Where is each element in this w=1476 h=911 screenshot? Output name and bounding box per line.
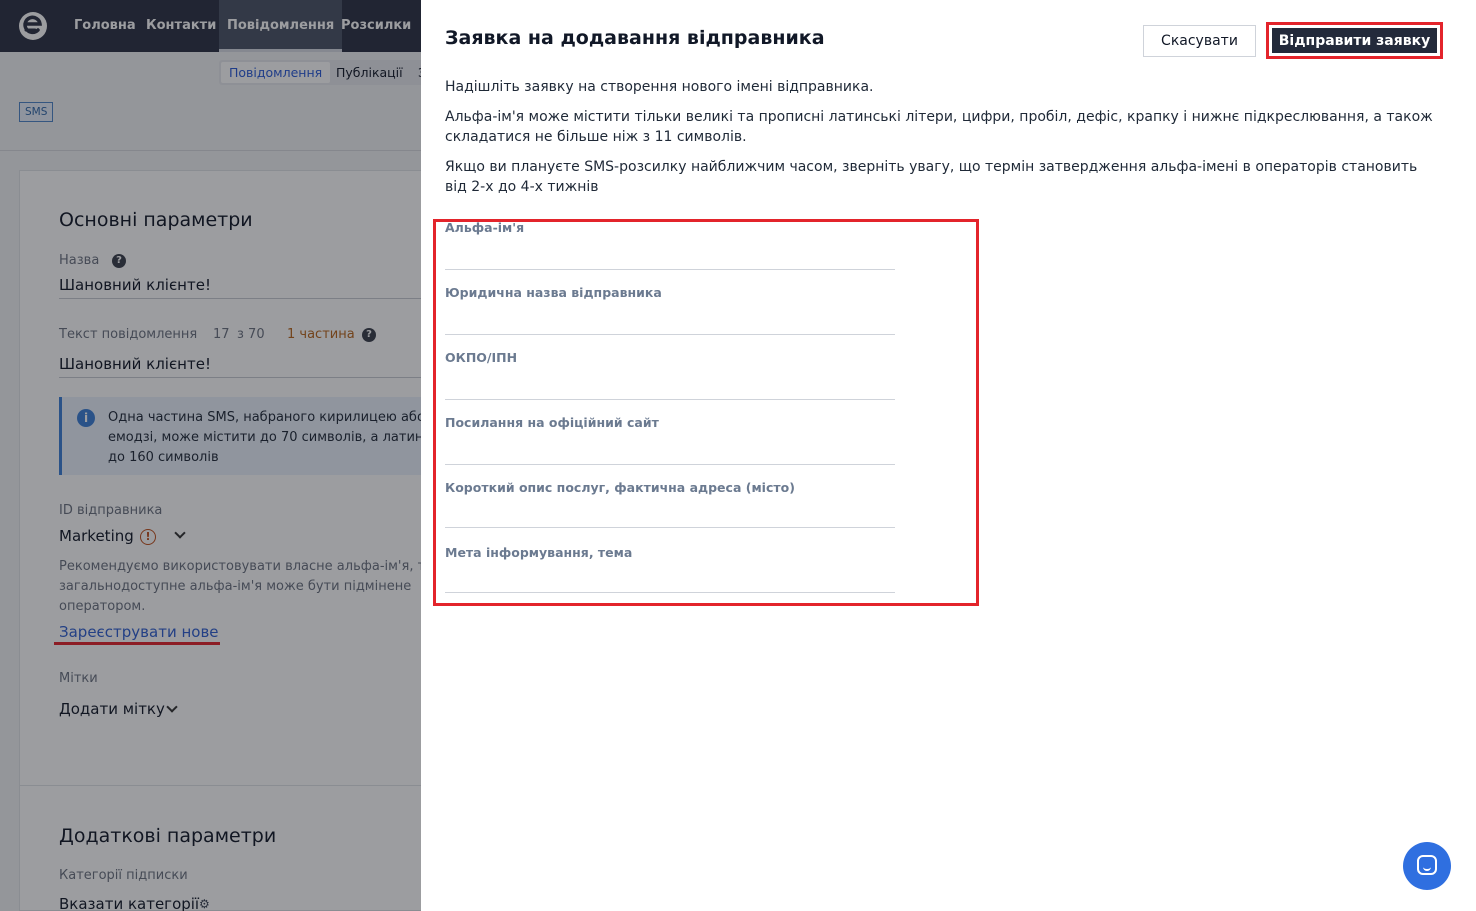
modal-description: Якщо ви плануєте SMS-розсилку найближчим… (445, 159, 1418, 175)
legal-name-input[interactable] (445, 309, 895, 335)
submit-highlight: Відправити заявку (1266, 22, 1443, 59)
services-address-label: Короткий опис послуг, фактична адреса (м… (445, 480, 795, 495)
alpha-name-input[interactable] (445, 244, 895, 270)
website-label: Посилання на офіційний сайт (445, 415, 659, 430)
modal-description: від 2-х до 4-х тижнів (445, 179, 599, 195)
legal-name-label: Юридична назва відправника (445, 285, 662, 300)
purpose-label: Мета інформування, тема (445, 545, 633, 560)
add-sender-modal: Заявка на додавання відправника Скасуват… (421, 0, 1476, 911)
modal-description: Надішліть заявку на створення нового іме… (445, 79, 874, 95)
modal-description: складатися не більше ніж з 11 символів. (445, 129, 747, 145)
services-address-input[interactable] (445, 502, 895, 528)
cancel-button[interactable]: Скасувати (1143, 25, 1256, 57)
submit-request-button[interactable]: Відправити заявку (1272, 28, 1437, 53)
purpose-input[interactable] (445, 567, 895, 593)
tax-id-label: ОКПО/ІПН (445, 350, 518, 365)
tax-id-input[interactable] (445, 374, 895, 400)
modal-backdrop[interactable] (0, 0, 421, 911)
chat-launcher-button[interactable] (1403, 842, 1451, 890)
modal-title: Заявка на додавання відправника (445, 27, 825, 49)
website-input[interactable] (445, 439, 895, 465)
chat-icon (1417, 855, 1437, 875)
alpha-name-label: Альфа-ім'я (445, 220, 525, 235)
modal-description: Альфа-ім'я може містити тільки великі та… (445, 109, 1433, 125)
